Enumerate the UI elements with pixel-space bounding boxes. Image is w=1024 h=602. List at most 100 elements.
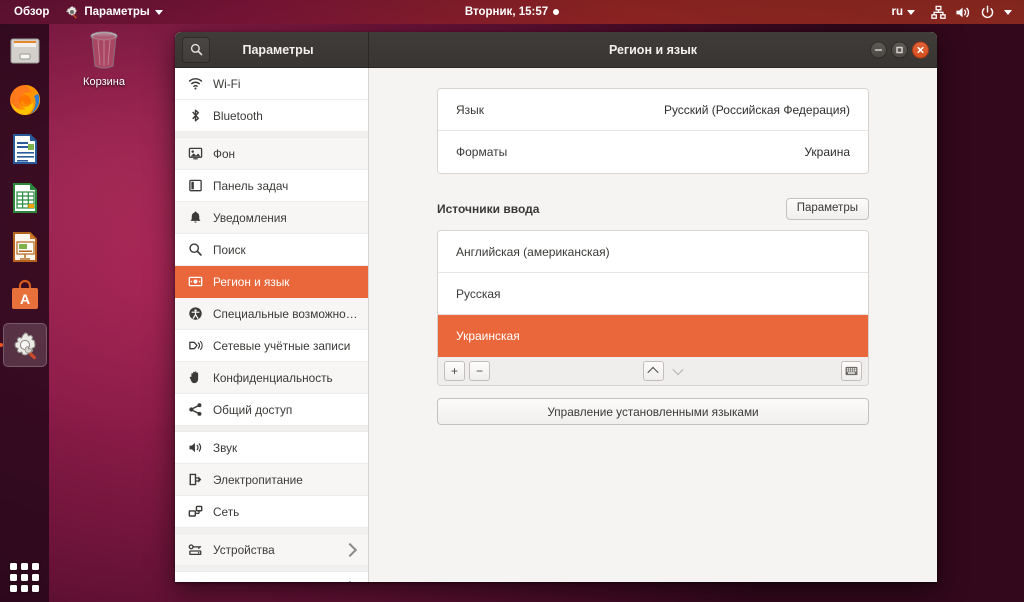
page-title: Регион и язык: [369, 43, 937, 57]
sidebar-item-region-language[interactable]: Регион и язык: [175, 266, 368, 298]
privacy-hand-icon: [187, 370, 203, 386]
sidebar-item-search[interactable]: Поиск: [175, 234, 368, 266]
app-menu-button[interactable]: Параметры: [57, 0, 170, 24]
move-down-button[interactable]: [668, 361, 689, 381]
desktop-trash-icon[interactable]: Корзина: [72, 28, 136, 88]
sidebar-item-accessibility[interactable]: Специальные возможности: [175, 298, 368, 330]
keyboard-layout-indicator[interactable]: ru: [884, 0, 924, 24]
sidebar-item-wifi[interactable]: Wi-Fi: [175, 68, 368, 100]
activities-label: Обзор: [14, 6, 49, 18]
close-icon: [916, 45, 925, 54]
maximize-button[interactable]: [891, 41, 908, 58]
accessibility-icon: [187, 306, 203, 322]
clock-label: Вторник, 15:57: [465, 6, 548, 18]
wifi-icon: [187, 76, 203, 92]
sidebar-item-label: Bluetooth: [213, 109, 358, 123]
input-sources-options-button[interactable]: Параметры: [786, 198, 869, 220]
formats-row[interactable]: Форматы Украина: [438, 131, 868, 173]
add-input-source-button[interactable]: +: [444, 361, 465, 381]
settings-tools-icon: [8, 328, 42, 362]
dock-item-impress[interactable]: [3, 225, 47, 269]
sidebar-item-label: Устройства: [213, 543, 335, 557]
sidebar-item-label: Панель задач: [213, 179, 358, 193]
notification-dot-icon: [553, 9, 559, 15]
file-manager-icon: [8, 34, 42, 68]
clock-button[interactable]: Вторник, 15:57: [457, 0, 567, 24]
keyboard-preview-button[interactable]: [841, 361, 862, 381]
devices-icon: [187, 542, 203, 558]
manage-installed-languages-button[interactable]: Управление установленными языками: [437, 398, 869, 425]
sidebar-item-label: Сведения о системе: [213, 581, 335, 583]
chevron-right-icon: [343, 542, 357, 556]
ubuntu-software-icon: A: [8, 279, 42, 313]
show-applications-icon[interactable]: [8, 560, 42, 594]
sidebar-item-devices[interactable]: Устройства: [175, 534, 368, 566]
power-plug-icon: [187, 472, 203, 488]
input-sources-header: Источники ввода Параметры: [437, 196, 869, 222]
system-menu-button[interactable]: [923, 0, 1020, 24]
formats-label: Форматы: [456, 145, 507, 159]
chevron-down-icon: [1004, 10, 1012, 15]
libreoffice-impress-icon: [8, 230, 42, 264]
minimize-icon: [874, 45, 883, 54]
sidebar-item-notifications[interactable]: Уведомления: [175, 202, 368, 234]
sidebar-item-label: Сеть: [213, 505, 358, 519]
libreoffice-calc-icon: [8, 181, 42, 215]
dock-item-writer[interactable]: [3, 127, 47, 171]
sidebar-item-privacy[interactable]: Конфиденциальность: [175, 362, 368, 394]
region-language-panel: Язык Русский (Российская Федерация) Форм…: [369, 68, 937, 582]
list-item[interactable]: Английская (американская): [438, 231, 868, 273]
input-sources-list: Английская (американская) Русская Украин…: [437, 230, 869, 357]
language-value: Русский (Российская Федерация): [664, 103, 850, 117]
sidebar-item-background[interactable]: Фон: [175, 138, 368, 170]
activities-button[interactable]: Обзор: [6, 0, 57, 24]
sidebar-item-online-accounts[interactable]: Сетевые учётные записи: [175, 330, 368, 362]
sidebar-item-details[interactable]: Сведения о системе: [175, 572, 368, 582]
input-source-label: Русская: [456, 287, 501, 301]
window-controls: [870, 41, 929, 58]
top-bar: Обзор Параметры Вторник, 15:57 ru: [0, 0, 1024, 24]
list-item[interactable]: Украинская: [438, 315, 868, 357]
window-body: Wi-Fi Bluetooth: [175, 68, 937, 582]
list-item[interactable]: Русская: [438, 273, 868, 315]
sidebar-item-power[interactable]: Электропитание: [175, 464, 368, 496]
input-source-label: Английская (американская): [456, 245, 610, 259]
background-icon: [187, 146, 203, 162]
sidebar-item-label: Звук: [213, 441, 358, 455]
maximize-icon: [895, 45, 904, 54]
dock-item-software[interactable]: A: [3, 274, 47, 318]
search-icon: [190, 43, 203, 56]
chevron-down-icon: [907, 10, 915, 15]
sidebar-item-bluetooth[interactable]: Bluetooth: [175, 100, 368, 132]
status-area: ru: [884, 0, 1021, 24]
chevron-down-icon: [672, 364, 683, 375]
keyboard-layout-icon: [845, 366, 858, 376]
dock-item-calc[interactable]: [3, 176, 47, 220]
language-row[interactable]: Язык Русский (Российская Федерация): [438, 89, 868, 131]
sidebar-item-label: Электропитание: [213, 473, 358, 487]
close-button[interactable]: [912, 41, 929, 58]
sidebar-item-sharing[interactable]: Общий доступ: [175, 394, 368, 426]
dock-item-files[interactable]: [3, 29, 47, 73]
remove-input-source-button[interactable]: −: [469, 361, 490, 381]
firefox-icon: [8, 83, 42, 117]
language-formats-card: Язык Русский (Российская Федерация) Форм…: [437, 88, 869, 174]
dock: A: [0, 24, 49, 602]
sidebar-item-network[interactable]: Сеть: [175, 496, 368, 528]
sound-icon: [187, 440, 203, 456]
sidebar-title: Параметры: [216, 43, 368, 57]
network-icon: [187, 504, 203, 520]
bell-icon: [187, 210, 203, 226]
minimize-button[interactable]: [870, 41, 887, 58]
input-source-label: Украинская: [456, 329, 520, 343]
sidebar-item-sound[interactable]: Звук: [175, 432, 368, 464]
online-accounts-icon: [187, 338, 203, 354]
search-button[interactable]: [182, 37, 210, 63]
sidebar-item-label: Специальные возможности: [213, 307, 358, 321]
move-up-button[interactable]: [643, 361, 664, 381]
sidebar-item-dock[interactable]: Панель задач: [175, 170, 368, 202]
app-menu-label: Параметры: [84, 6, 149, 18]
input-sources-toolbar: + −: [437, 357, 869, 386]
dock-item-settings[interactable]: [3, 323, 47, 367]
dock-item-firefox[interactable]: [3, 78, 47, 122]
